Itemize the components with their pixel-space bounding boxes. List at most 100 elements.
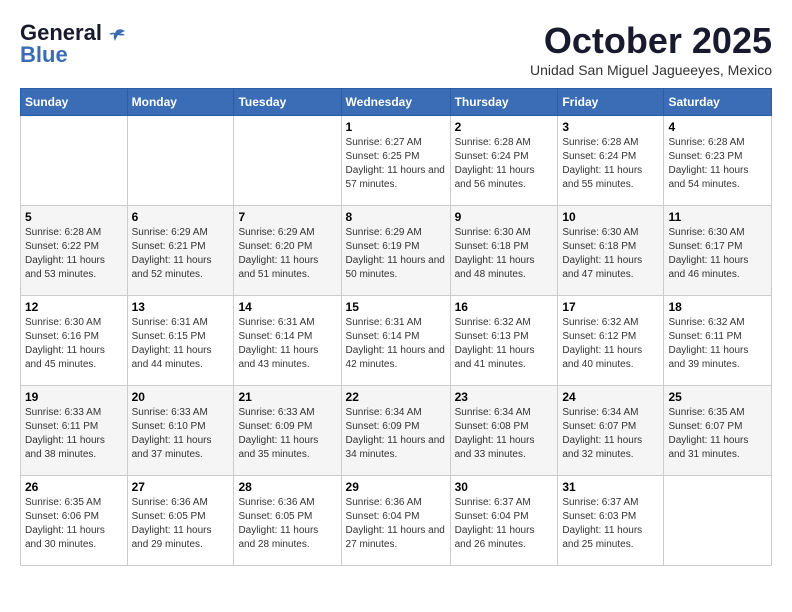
day-number: 11 [668,210,767,224]
day-number: 21 [238,390,336,404]
day-number: 13 [132,300,230,314]
logo-bird-icon [107,26,127,46]
day-info: Sunrise: 6:36 AM Sunset: 6:05 PM Dayligh… [132,496,230,552]
calendar-cell: 17 Sunrise: 6:32 AM Sunset: 6:12 PM Dayli… [558,296,664,386]
day-number: 10 [562,210,659,224]
calendar-cell: 30 Sunrise: 6:37 AM Sunset: 6:04 PM Dayli… [450,476,558,566]
day-number: 15 [346,300,446,314]
calendar-cell: 26Sunrise: 6:35 AM Sunset: 6:06 PM Dayli… [21,476,128,566]
day-info: Sunrise: 6:29 AM Sunset: 6:19 PM Dayligh… [346,226,446,282]
calendar-cell: 27 Sunrise: 6:36 AM Sunset: 6:05 PM Dayli… [127,476,234,566]
day-number: 31 [562,480,659,494]
day-number: 12 [25,300,123,314]
day-info: Sunrise: 6:28 AM Sunset: 6:23 PM Dayligh… [668,136,767,192]
day-info: Sunrise: 6:29 AM Sunset: 6:20 PM Dayligh… [238,226,336,282]
calendar-week-5: 26Sunrise: 6:35 AM Sunset: 6:06 PM Dayli… [21,476,772,566]
calendar-week-2: 5 Sunrise: 6:28 AM Sunset: 6:22 PM Daylig… [21,206,772,296]
day-info: Sunrise: 6:31 AM Sunset: 6:15 PM Dayligh… [132,316,230,372]
col-wednesday: Wednesday [341,89,450,116]
calendar-cell [234,116,341,206]
calendar-cell: 2 Sunrise: 6:28 AM Sunset: 6:24 PM Daylig… [450,116,558,206]
calendar-cell [664,476,772,566]
month-title: October 2025 [530,20,772,62]
logo-general: General [20,20,102,45]
calendar-cell: 23Sunrise: 6:34 AM Sunset: 6:08 PM Dayli… [450,386,558,476]
day-number: 16 [455,300,554,314]
day-info: Sunrise: 6:30 AM Sunset: 6:17 PM Dayligh… [668,226,767,282]
calendar-cell: 7 Sunrise: 6:29 AM Sunset: 6:20 PM Daylig… [234,206,341,296]
calendar-cell: 1 Sunrise: 6:27 AM Sunset: 6:25 PM Daylig… [341,116,450,206]
day-number: 9 [455,210,554,224]
calendar-cell: 10 Sunrise: 6:30 AM Sunset: 6:18 PM Dayli… [558,206,664,296]
day-info: Sunrise: 6:31 AM Sunset: 6:14 PM Dayligh… [346,316,446,372]
day-info: Sunrise: 6:30 AM Sunset: 6:18 PM Dayligh… [455,226,554,282]
day-info: Sunrise: 6:28 AM Sunset: 6:22 PM Dayligh… [25,226,123,282]
day-number: 4 [668,120,767,134]
day-info: Sunrise: 6:32 AM Sunset: 6:12 PM Dayligh… [562,316,659,372]
day-info: Sunrise: 6:36 AM Sunset: 6:04 PM Dayligh… [346,496,446,552]
logo: General Blue [20,20,127,68]
calendar-cell: 11 Sunrise: 6:30 AM Sunset: 6:17 PM Dayli… [664,206,772,296]
day-number: 5 [25,210,123,224]
calendar-cell: 31 Sunrise: 6:37 AM Sunset: 6:03 PM Dayli… [558,476,664,566]
calendar-cell [127,116,234,206]
calendar-cell [21,116,128,206]
calendar-cell: 13 Sunrise: 6:31 AM Sunset: 6:15 PM Dayli… [127,296,234,386]
day-info: Sunrise: 6:27 AM Sunset: 6:25 PM Dayligh… [346,136,446,192]
calendar-week-3: 12 Sunrise: 6:30 AM Sunset: 6:16 PM Dayli… [21,296,772,386]
calendar-header: Sunday Monday Tuesday Wednesday Thursday… [21,89,772,116]
day-number: 30 [455,480,554,494]
calendar-cell: 29 Sunrise: 6:36 AM Sunset: 6:04 PM Dayli… [341,476,450,566]
calendar-cell: 28Sunrise: 6:36 AM Sunset: 6:05 PM Dayli… [234,476,341,566]
day-info: Sunrise: 6:28 AM Sunset: 6:24 PM Dayligh… [562,136,659,192]
day-info: Sunrise: 6:34 AM Sunset: 6:07 PM Dayligh… [562,406,659,462]
day-info: Sunrise: 6:37 AM Sunset: 6:03 PM Dayligh… [562,496,659,552]
day-number: 19 [25,390,123,404]
calendar-week-4: 19Sunrise: 6:33 AM Sunset: 6:11 PM Dayli… [21,386,772,476]
calendar-cell: 8Sunrise: 6:29 AM Sunset: 6:19 PM Daylig… [341,206,450,296]
calendar-body: 1 Sunrise: 6:27 AM Sunset: 6:25 PM Daylig… [21,116,772,566]
page-header: General Blue October 2025 Unidad San Mig… [20,20,772,78]
day-info: Sunrise: 6:31 AM Sunset: 6:14 PM Dayligh… [238,316,336,372]
col-sunday: Sunday [21,89,128,116]
calendar-cell: 22 Sunrise: 6:34 AM Sunset: 6:09 PM Dayli… [341,386,450,476]
day-info: Sunrise: 6:35 AM Sunset: 6:07 PM Dayligh… [668,406,767,462]
day-info: Sunrise: 6:32 AM Sunset: 6:11 PM Dayligh… [668,316,767,372]
col-friday: Friday [558,89,664,116]
col-monday: Monday [127,89,234,116]
calendar-cell: 21Sunrise: 6:33 AM Sunset: 6:09 PM Dayli… [234,386,341,476]
col-tuesday: Tuesday [234,89,341,116]
day-info: Sunrise: 6:28 AM Sunset: 6:24 PM Dayligh… [455,136,554,192]
day-number: 29 [346,480,446,494]
day-number: 7 [238,210,336,224]
calendar-cell: 18Sunrise: 6:32 AM Sunset: 6:11 PM Dayli… [664,296,772,386]
calendar-cell: 24 Sunrise: 6:34 AM Sunset: 6:07 PM Dayli… [558,386,664,476]
day-number: 6 [132,210,230,224]
day-info: Sunrise: 6:30 AM Sunset: 6:18 PM Dayligh… [562,226,659,282]
calendar-cell: 6Sunrise: 6:29 AM Sunset: 6:21 PM Daylig… [127,206,234,296]
day-number: 27 [132,480,230,494]
day-number: 1 [346,120,446,134]
day-info: Sunrise: 6:33 AM Sunset: 6:10 PM Dayligh… [132,406,230,462]
day-info: Sunrise: 6:34 AM Sunset: 6:08 PM Dayligh… [455,406,554,462]
day-info: Sunrise: 6:34 AM Sunset: 6:09 PM Dayligh… [346,406,446,462]
col-saturday: Saturday [664,89,772,116]
day-number: 28 [238,480,336,494]
day-number: 22 [346,390,446,404]
calendar-cell: 16Sunrise: 6:32 AM Sunset: 6:13 PM Dayli… [450,296,558,386]
day-number: 17 [562,300,659,314]
header-row: Sunday Monday Tuesday Wednesday Thursday… [21,89,772,116]
col-thursday: Thursday [450,89,558,116]
day-number: 20 [132,390,230,404]
calendar-cell: 14Sunrise: 6:31 AM Sunset: 6:14 PM Dayli… [234,296,341,386]
calendar-week-1: 1 Sunrise: 6:27 AM Sunset: 6:25 PM Daylig… [21,116,772,206]
calendar-cell: 25Sunrise: 6:35 AM Sunset: 6:07 PM Dayli… [664,386,772,476]
day-number: 26 [25,480,123,494]
calendar-cell: 19Sunrise: 6:33 AM Sunset: 6:11 PM Dayli… [21,386,128,476]
day-number: 24 [562,390,659,404]
calendar-cell: 3Sunrise: 6:28 AM Sunset: 6:24 PM Daylig… [558,116,664,206]
day-info: Sunrise: 6:30 AM Sunset: 6:16 PM Dayligh… [25,316,123,372]
day-number: 2 [455,120,554,134]
calendar-cell: 20 Sunrise: 6:33 AM Sunset: 6:10 PM Dayli… [127,386,234,476]
day-info: Sunrise: 6:37 AM Sunset: 6:04 PM Dayligh… [455,496,554,552]
